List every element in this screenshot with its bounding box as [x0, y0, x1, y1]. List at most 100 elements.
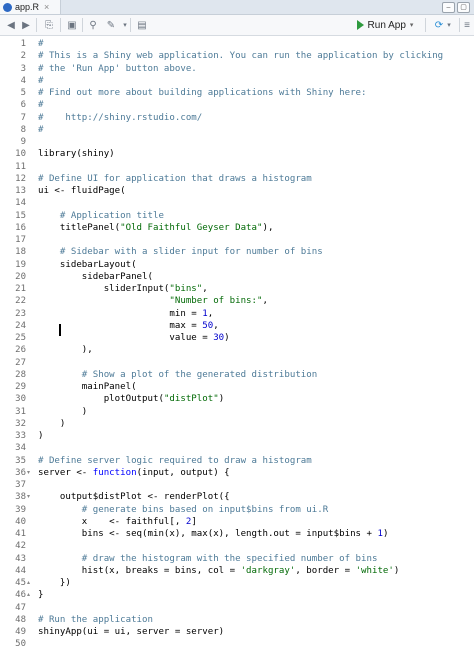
code-line[interactable]: 47 — [0, 602, 474, 614]
code-line[interactable]: 24 max = 50, — [0, 320, 474, 332]
code-line[interactable]: 12 # Define UI for application that draws… — [0, 173, 474, 185]
code-line[interactable]: 35 # Define server logic required to draw… — [0, 455, 474, 467]
code-line[interactable]: 48 # Run the application — [0, 614, 474, 626]
code-text: # Show a plot of the generated distribut… — [38, 369, 318, 380]
text-cursor — [59, 324, 61, 336]
code-text: # — [38, 100, 44, 111]
line-number: 47 — [15, 602, 26, 613]
code-text: ) — [38, 418, 66, 429]
outline-icon[interactable]: ≡ — [460, 18, 474, 32]
code-line[interactable]: 31 ) — [0, 406, 474, 418]
back-icon[interactable]: ◀ — [4, 18, 18, 32]
code-line[interactable]: 21 sliderInput("bins", — [0, 283, 474, 295]
run-app-button[interactable]: Run App ▾ — [348, 18, 422, 32]
line-number: 50 — [15, 639, 26, 650]
line-number: 9 — [20, 137, 26, 147]
maximize-icon[interactable]: ▢ — [457, 2, 470, 13]
code-text: shinyApp(ui = ui, server = server) — [38, 627, 225, 637]
code-line[interactable]: 42 — [0, 540, 474, 552]
line-number: 6 — [20, 100, 26, 111]
source-doc-icon[interactable]: ⎘ — [42, 18, 56, 32]
code-line[interactable]: 26 ), — [0, 344, 474, 356]
save-icon[interactable]: ▣ — [65, 18, 79, 32]
minimize-icon[interactable]: – — [442, 2, 455, 13]
line-number: 17 — [15, 235, 26, 245]
search-icon[interactable]: ⚲ — [86, 18, 100, 32]
code-text: library(shiny) — [38, 149, 115, 160]
magic-wand-icon[interactable]: ✎ — [104, 18, 118, 32]
code-line[interactable]: 14 — [0, 197, 474, 209]
code-text: # Sidebar with a slider input for number… — [38, 247, 323, 258]
line-number: 32 — [15, 418, 26, 429]
code-line[interactable]: 33) — [0, 430, 474, 442]
code-line[interactable]: 32 ) — [0, 418, 474, 430]
code-line[interactable]: 11 — [0, 161, 474, 173]
code-line[interactable]: 29 mainPanel( — [0, 381, 474, 393]
code-line[interactable]: 1 # — [0, 38, 474, 50]
fold-toggle-icon[interactable]: ▴ — [27, 589, 30, 601]
code-line[interactable]: 39 # generate bins based on input$bins f… — [0, 504, 474, 516]
code-line[interactable]: 17 — [0, 234, 474, 246]
code-line[interactable]: 7 # http://shiny.rstudio.com/ — [0, 112, 474, 124]
code-line[interactable]: 13 ui <- fluidPage( — [0, 185, 474, 197]
code-line[interactable]: 20 sidebarPanel( — [0, 271, 474, 283]
code-line[interactable]: 28 # Show a plot of the generated distri… — [0, 369, 474, 381]
code-editor[interactable]: 1 #2 # This is a Shiny web application. Yo… — [0, 36, 474, 650]
code-line[interactable]: 18 # Sidebar with a slider input for num… — [0, 246, 474, 258]
play-icon — [356, 20, 364, 30]
line-number: 18 — [15, 247, 26, 258]
forward-icon[interactable]: ▶ — [19, 18, 33, 32]
line-number: 12 — [15, 173, 26, 184]
code-line[interactable]: 5 # Find out more about building applicat… — [0, 87, 474, 99]
fold-toggle-icon[interactable]: ▴ — [27, 577, 30, 589]
code-text: # Run the application — [38, 614, 153, 625]
line-number: 28 — [15, 369, 26, 380]
code-line[interactable]: 40 x <- faithful[, 2] — [0, 516, 474, 528]
code-text: # the 'Run App' button above. — [38, 63, 197, 74]
code-line[interactable]: 46 ▴} — [0, 589, 474, 601]
line-number: 45 — [15, 578, 26, 588]
code-line[interactable]: 25 value = 30) — [0, 332, 474, 344]
line-number: 10 — [15, 149, 26, 160]
code-line[interactable]: 2 # This is a Shiny web application. You … — [0, 50, 474, 62]
code-line[interactable]: 43 # draw the histogram with the specifi… — [0, 553, 474, 565]
code-line[interactable]: 15 # Application title — [0, 210, 474, 222]
close-icon[interactable]: × — [44, 2, 49, 12]
code-line[interactable]: 38 ▾ output$distPlot <- renderPlot({ — [0, 491, 474, 503]
code-line[interactable]: 34 — [0, 442, 474, 454]
code-line[interactable]: 30 plotOutput("distPlot") — [0, 393, 474, 405]
code-line[interactable]: 50 — [0, 638, 474, 650]
line-number: 35 — [15, 455, 26, 466]
code-line[interactable]: 10 library(shiny) — [0, 148, 474, 160]
editor-toolbar: ◀ ▶ ⎘ ▣ ⚲ ✎ ▾ ▤ Run App ▾ ⟳ ▾ ≡ — [0, 15, 474, 36]
compile-report-icon[interactable]: ▤ — [135, 18, 149, 32]
code-line[interactable]: 49 shinyApp(ui = ui, server = server) — [0, 626, 474, 638]
code-line[interactable]: 37 — [0, 479, 474, 491]
code-text: # This is a Shiny web application. You c… — [38, 51, 444, 62]
code-line[interactable]: 19 sidebarLayout( — [0, 259, 474, 271]
chevron-down-icon[interactable]: ▾ — [442, 18, 456, 32]
code-line[interactable]: 3 # the 'Run App' button above. — [0, 63, 474, 75]
tab-app-r[interactable]: app.R × — [0, 0, 61, 14]
code-text: # Find out more about building applicati… — [38, 88, 367, 98]
code-line[interactable]: 4 # — [0, 75, 474, 87]
code-line[interactable]: 22 "Number of bins:", — [0, 295, 474, 307]
code-line[interactable]: 27 — [0, 357, 474, 369]
code-text: # — [38, 39, 44, 49]
code-line[interactable]: 6 # — [0, 99, 474, 111]
fold-toggle-icon[interactable]: ▾ — [27, 467, 30, 479]
code-line[interactable]: 23 min = 1, — [0, 308, 474, 320]
code-line[interactable]: 41 bins <- seq(min(x), max(x), length.ou… — [0, 528, 474, 540]
line-number: 13 — [15, 186, 26, 196]
code-text: "Number of bins:", — [169, 296, 268, 307]
code-line[interactable]: 8 # — [0, 124, 474, 136]
fold-toggle-icon[interactable]: ▾ — [27, 491, 30, 503]
code-text: min = 1, — [38, 308, 214, 319]
code-line[interactable]: 9 — [0, 136, 474, 148]
line-number: 25 — [15, 333, 26, 343]
code-line[interactable]: 36 ▾ server <- function(input, output) { — [0, 467, 474, 479]
code-text: titlePanel("Old Faithful Geyser Data"), — [38, 222, 274, 233]
code-line[interactable]: 16 titlePanel("Old Faithful Geyser Data"… — [0, 222, 474, 234]
code-line[interactable]: 44 hist(x, breaks = bins, col = 'darkgra… — [0, 565, 474, 577]
code-line[interactable]: 45 ▴ }) — [0, 577, 474, 589]
